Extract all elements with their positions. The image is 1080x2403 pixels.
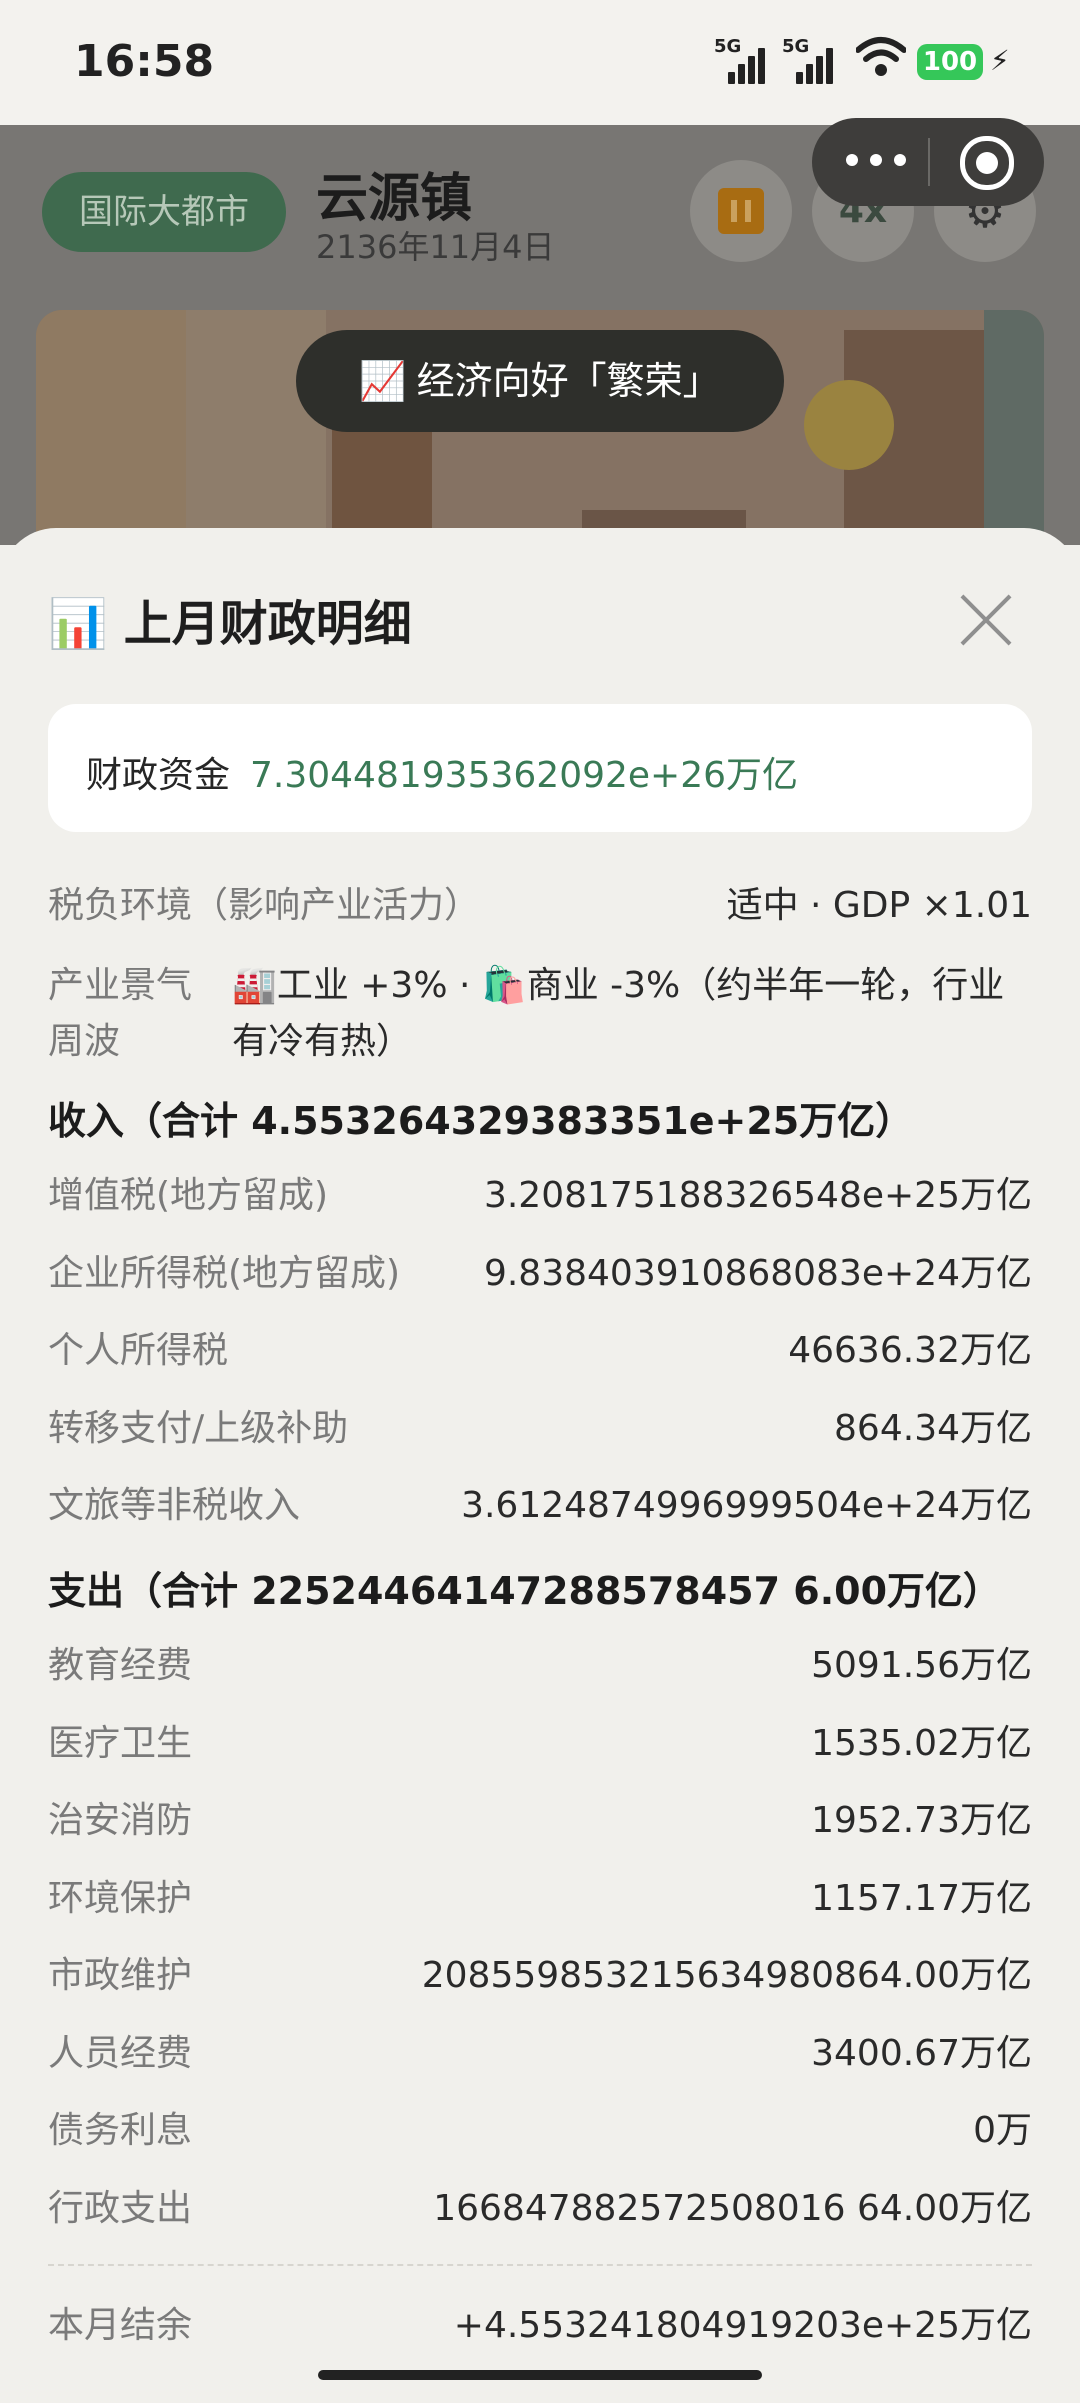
- row-label: 增值税(地方留成): [48, 1175, 329, 1216]
- row-value: 864.34万亿: [834, 1407, 1032, 1449]
- economy-toast: 📈 经济向好「繁荣」: [296, 330, 784, 432]
- close-button[interactable]: [958, 592, 1014, 648]
- divider: [48, 2264, 1032, 2266]
- miniprogram-capsule: [812, 118, 1044, 206]
- row-value: 1535.02万亿: [811, 1722, 1032, 1764]
- row-label: 转移支付/上级补助: [48, 1407, 349, 1449]
- town-name: 云源镇: [316, 169, 473, 229]
- row-value: 166847882572508016 64.00万亿: [433, 2187, 1032, 2229]
- clock: 16:58: [74, 36, 215, 87]
- tax-env-value: 适中 · GDP ×1.01: [726, 885, 1032, 926]
- finance-row: 医疗卫生 1535.02万亿: [48, 1714, 1032, 1774]
- battery-icon: 100: [917, 44, 983, 80]
- fund-label: 财政资金: [86, 755, 231, 796]
- row-value: 3.208175188326548e+25万亿: [483, 1175, 1032, 1216]
- charging-icon: ⚡: [990, 44, 1010, 77]
- sheet-title-text: 上月财政明细: [123, 596, 412, 652]
- toast-text: 经济向好「繁荣」: [416, 359, 721, 403]
- cycle-value: 🏭工业 +3% · 🛍️商业 -3%（约半年一轮，行业有冷有热）: [232, 965, 1005, 1062]
- capsule-divider: [928, 138, 930, 186]
- row-value: 208559853215634980864.00万亿: [421, 1955, 1032, 1996]
- row-label: 市政维护: [48, 1955, 193, 1996]
- finance-row: 债务利息 0万: [48, 2101, 1032, 2161]
- fund-value: 7.304481935362092e+26万亿: [250, 755, 799, 796]
- sheet-title: 📊 上月财政明细: [48, 584, 412, 654]
- bar-chart-icon: 📊: [48, 596, 108, 652]
- row-value: 3.6124874996999504e+24万亿: [461, 1485, 1032, 1526]
- expense-header: 支出（合计 22524464147288578457 6.00万亿）: [48, 1569, 1002, 1613]
- finance-row: 治安消防 1952.73万亿: [48, 1791, 1032, 1851]
- row-label: 教育经费: [48, 1645, 193, 1686]
- fund-card: 财政资金 7.304481935362092e+26万亿: [48, 704, 1032, 832]
- row-label: 企业所得税(地方留成): [48, 1252, 401, 1294]
- row-value: 1952.73万亿: [811, 1800, 1032, 1841]
- finance-row: 人员经费 3400.67万亿: [48, 2024, 1032, 2084]
- row-label: 人员经费: [48, 2032, 193, 2074]
- game-date: 2136年11月4日: [316, 228, 555, 266]
- finance-row: 企业所得税(地方留成) 9.838403910868083e+24万亿: [48, 1244, 1032, 1304]
- row-label: 个人所得税: [48, 1330, 229, 1371]
- row-label: 环境保护: [48, 1877, 193, 1919]
- row-value: 1157.17万亿: [811, 1877, 1032, 1919]
- income-header: 收入（合计 4.553264329383351e+25万亿）: [48, 1099, 914, 1143]
- finance-row: 文旅等非税收入 3.6124874996999504e+24万亿: [48, 1476, 1032, 1536]
- wifi-icon: [856, 37, 906, 76]
- row-value: 9.838403910868083e+24万亿: [483, 1252, 1032, 1294]
- balance-row: 本月结余 +4.553241804919203e+25万亿: [48, 2296, 1032, 2356]
- cycle-label: 产业景气周波: [48, 965, 193, 1062]
- finance-row: 转移支付/上级补助 864.34万亿: [48, 1399, 1032, 1459]
- balance-value: +4.553241804919203e+25万亿: [453, 2305, 1032, 2346]
- row-label: 治安消防: [48, 1800, 193, 1841]
- finance-row: 教育经费 5091.56万亿: [48, 1636, 1032, 1696]
- row-label: 医疗卫生: [48, 1722, 193, 1764]
- row-label: 行政支出: [48, 2187, 193, 2229]
- city-level-badge[interactable]: 国际大都市: [42, 172, 286, 252]
- finance-row: 增值税(地方留成) 3.208175188326548e+25万亿: [48, 1166, 1032, 1226]
- row-label: 文旅等非税收入: [48, 1485, 301, 1526]
- status-bar: 16:58 5G 5G 100 ⚡: [0, 0, 1080, 125]
- finance-row: 个人所得税 46636.32万亿: [48, 1321, 1032, 1381]
- finance-row: 行政支出 166847882572508016 64.00万亿: [48, 2179, 1032, 2239]
- industry-cycle-row: 产业景气周波 🏭工业 +3% · 🛍️商业 -3%（约半年一轮，行业有冷有热）: [48, 958, 1032, 1068]
- tax-env-label: 税负环境（影响产业活力）: [48, 885, 481, 926]
- row-value: 46636.32万亿: [788, 1330, 1032, 1371]
- finance-row: 环境保护 1157.17万亿: [48, 1869, 1032, 1929]
- row-value: 5091.56万亿: [811, 1645, 1032, 1686]
- row-label: 债务利息: [48, 2110, 193, 2151]
- pause-icon: [718, 188, 764, 234]
- balance-label: 本月结余: [48, 2305, 193, 2346]
- finance-row: 市政维护 208559853215634980864.00万亿: [48, 1946, 1032, 2006]
- row-value: 3400.67万亿: [811, 2032, 1032, 2074]
- home-indicator[interactable]: [318, 2370, 762, 2380]
- trend-up-icon: 📈: [359, 359, 407, 403]
- pause-button[interactable]: [690, 160, 792, 262]
- row-value: 0万: [973, 2110, 1032, 2151]
- tax-env-row: 税负环境（影响产业活力） 适中 · GDP ×1.01: [48, 876, 1032, 936]
- target-icon[interactable]: [960, 136, 1014, 190]
- more-icon[interactable]: [842, 140, 912, 180]
